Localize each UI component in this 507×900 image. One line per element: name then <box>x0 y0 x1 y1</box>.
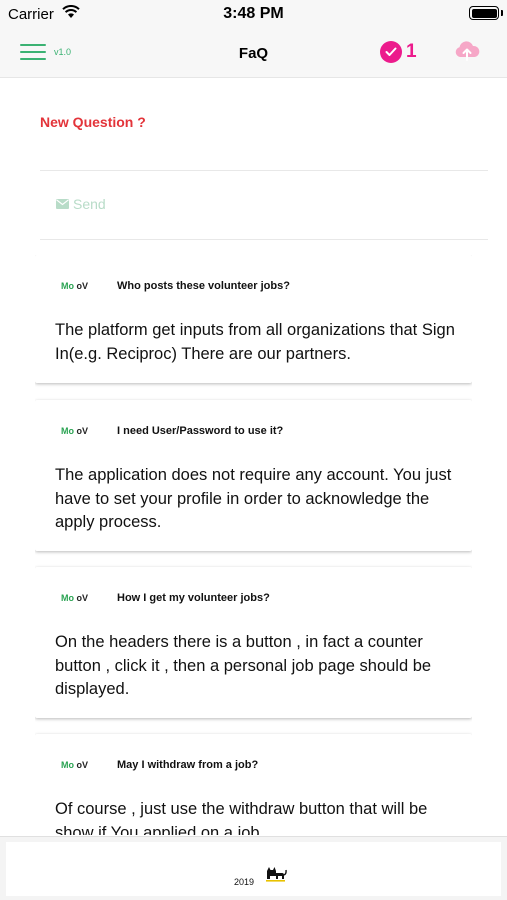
status-bar: Carrier 3:48 PM <box>0 0 507 28</box>
faq-answer: The platform get inputs from all organiz… <box>55 321 455 363</box>
cloud-upload-icon[interactable] <box>454 40 480 62</box>
faq-list: Mo oV Who posts these volunteer jobs? Th… <box>35 255 472 835</box>
faq-card: Mo oV How I get my volunteer jobs? On th… <box>35 567 472 718</box>
faq-answer: On the headers there is a button , in fa… <box>55 633 432 698</box>
battery-icon <box>469 6 499 20</box>
new-question-label: New Question ? <box>40 114 146 130</box>
page-title: FaQ <box>238 45 269 62</box>
mov-logo: Mo oV <box>61 426 89 436</box>
clock: 3:48 PM <box>223 5 284 22</box>
faq-question: I need User/Password to use it? <box>117 425 284 437</box>
faq-card: Mo oV I need User/Password to use it? Th… <box>35 400 472 551</box>
battery-tip <box>501 10 503 16</box>
job-counter-value: 1 <box>406 41 417 62</box>
mov-logo: Mo oV <box>61 593 89 603</box>
faq-answer: Of course , just use the withdraw button… <box>55 800 428 835</box>
faq-question: Who posts these volunteer jobs? <box>117 280 290 292</box>
check-icon <box>380 41 402 63</box>
send-label: Send <box>73 196 106 212</box>
send-button[interactable]: Send <box>56 196 106 212</box>
faq-card: Mo oV May I withdraw from a job? Of cour… <box>35 734 472 835</box>
divider <box>40 239 488 240</box>
faq-question: How I get my volunteer jobs? <box>117 592 270 604</box>
job-counter-button[interactable]: 1 <box>380 40 417 64</box>
faq-question: May I withdraw from a job? <box>117 759 259 771</box>
faq-card: Mo oV Who posts these volunteer jobs? Th… <box>35 255 472 383</box>
app-header: v1.0 FaQ 1 <box>0 28 507 78</box>
faq-answer: The application does not require any acc… <box>55 466 452 531</box>
envelope-icon <box>56 199 69 209</box>
mov-logo: Mo oV <box>61 760 89 770</box>
question-input[interactable] <box>40 138 488 170</box>
input-underline <box>40 170 488 171</box>
footer-year: 2019 <box>234 877 255 887</box>
cat-logo-icon <box>266 867 287 882</box>
footer: 2019 <box>0 836 507 900</box>
mov-logo: Mo oV <box>61 281 89 291</box>
